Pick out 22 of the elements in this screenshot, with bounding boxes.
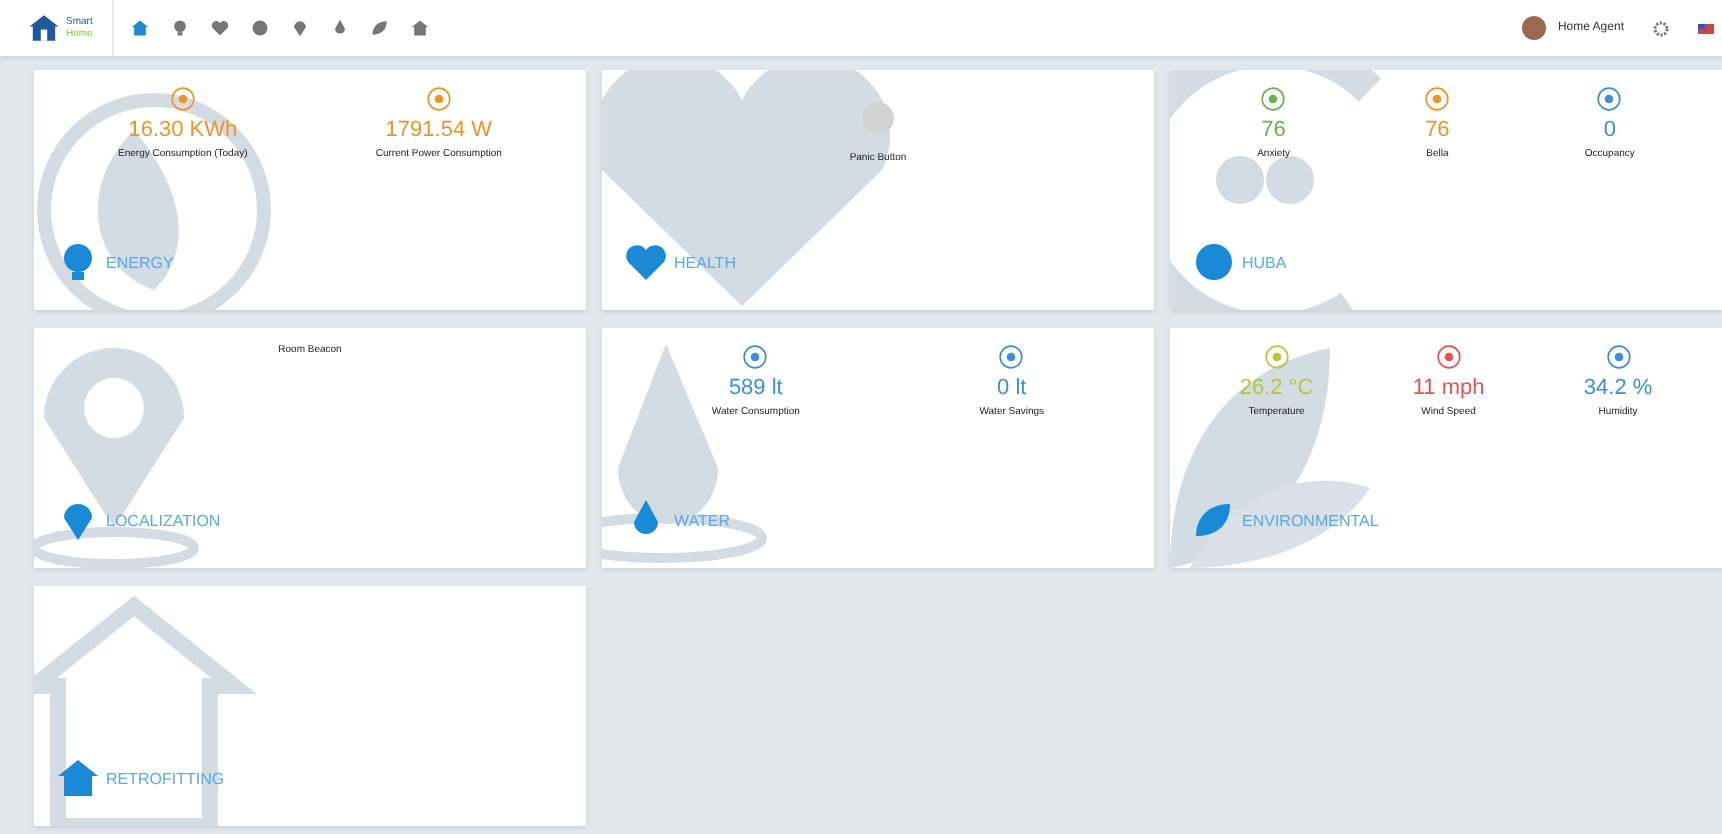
house-logo-icon <box>28 12 60 44</box>
metric-value: 589 lt <box>728 376 783 400</box>
house-icon <box>54 754 102 802</box>
metric-value: 26.2 °C <box>1239 376 1314 400</box>
settings-icon[interactable] <box>1652 19 1670 37</box>
card-title: ENVIRONMENTAL <box>1242 511 1379 529</box>
metric-value: 76 <box>1261 118 1286 142</box>
metric-value: 76 <box>1425 118 1450 142</box>
card-title: RETROFITTING <box>106 769 225 787</box>
metric-value: 16.30 KWh <box>128 118 238 142</box>
card-title: LOCALIZATION <box>106 511 221 529</box>
metric-value: 0 <box>1603 118 1616 142</box>
card-title: ENERGY <box>106 253 174 271</box>
card-title: HEALTH <box>674 253 736 271</box>
metric-value: 11 mph <box>1412 376 1485 400</box>
metric-value: 1791.54 W <box>385 118 492 142</box>
metric-value: 34.2 % <box>1583 376 1653 400</box>
avatar <box>1521 16 1546 40</box>
flag-icon[interactable] <box>1698 23 1714 33</box>
card-title: WATER <box>674 511 730 529</box>
card-title: HUBA <box>1242 253 1287 271</box>
metric-value: 0 lt <box>997 376 1027 400</box>
